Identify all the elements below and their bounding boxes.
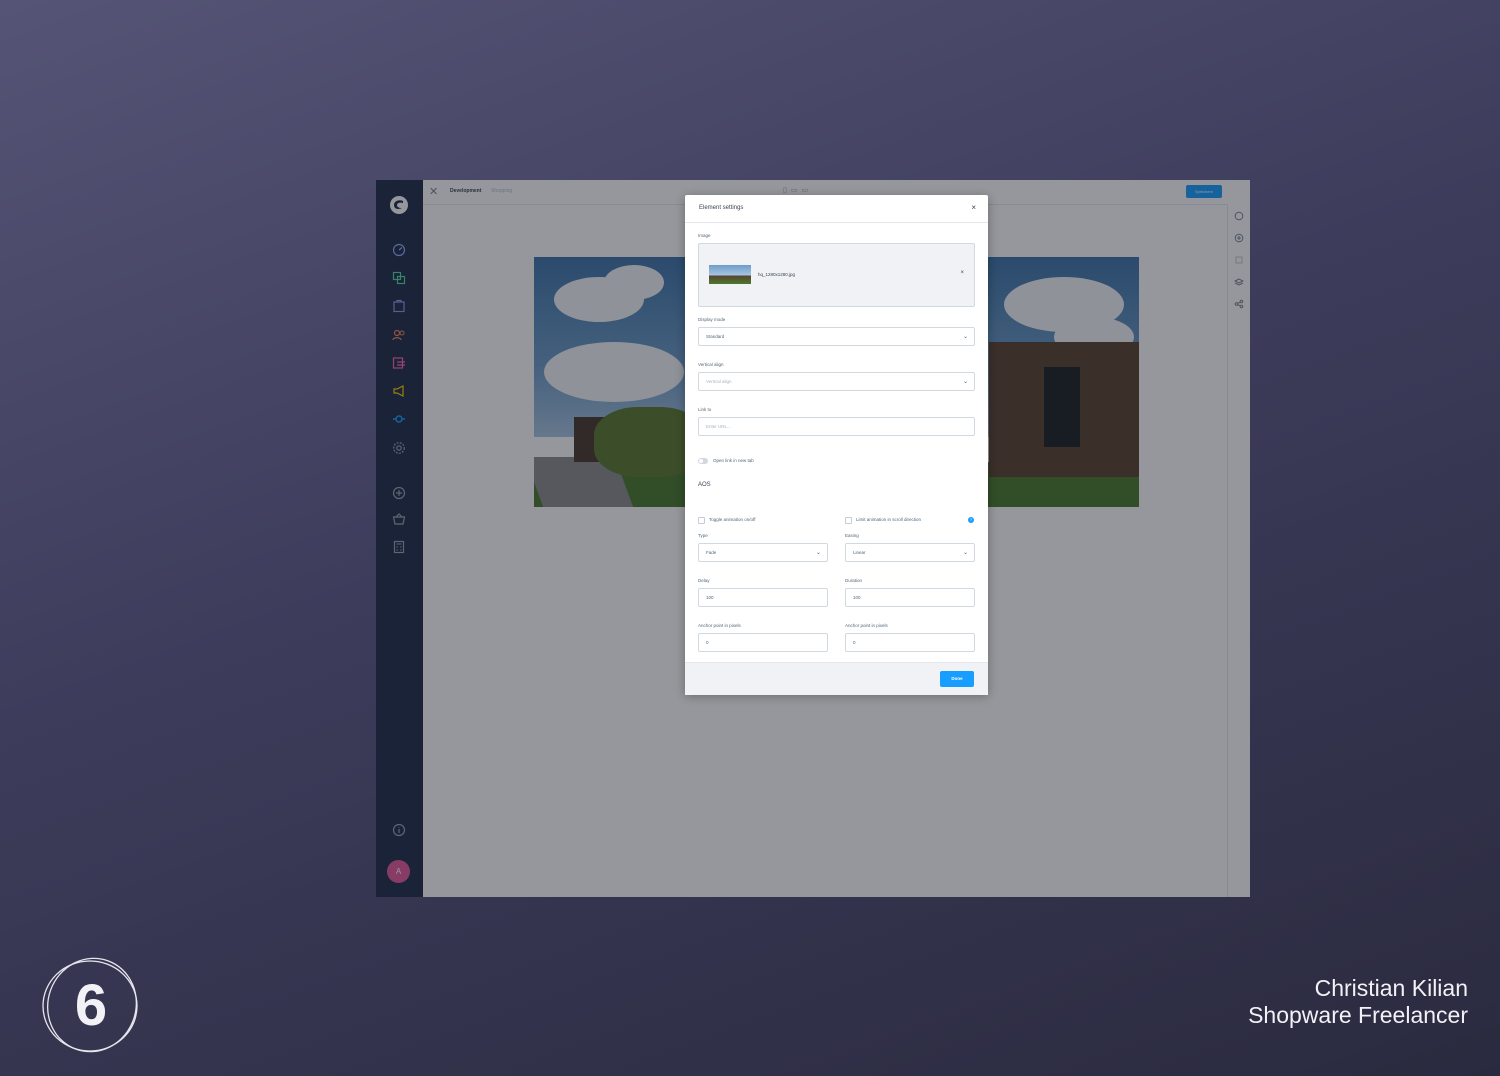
display-mode-label: Display mode — [698, 317, 726, 322]
anchor-label-right: Anchor point in pixels — [845, 623, 888, 628]
author-role: Shopware Freelancer — [1248, 1002, 1468, 1028]
chevron-down-icon: ⌄ — [962, 379, 968, 385]
easing-value: Linear — [853, 550, 866, 555]
link-input[interactable]: Enter URL... — [698, 417, 975, 436]
easing-select[interactable]: Linear ⌄ — [845, 543, 975, 562]
new-tab-toggle[interactable] — [698, 458, 708, 464]
easing-label: Easing — [845, 533, 859, 538]
image-upload-box[interactable]: hq_1280x1280.jpg × — [698, 243, 975, 307]
aos-heading: AOS — [698, 482, 711, 488]
type-value: Fade — [706, 550, 717, 555]
duration-value: 100 — [853, 595, 861, 600]
toggle-animation-checkbox[interactable] — [698, 517, 705, 524]
vertical-align-select[interactable]: Vertical align ⌄ — [698, 372, 975, 391]
author-name: Christian Kilian — [1314, 975, 1468, 1001]
link-placeholder: Enter URL... — [706, 424, 731, 429]
link-label: Link to — [698, 407, 712, 412]
image-file-name: hq_1280x1280.jpg — [758, 272, 796, 277]
anchor-input-left[interactable]: 0 — [698, 633, 828, 652]
element-settings-modal: Element settings × Image hq_1280x1280.jp… — [685, 195, 988, 695]
modal-footer: Done — [685, 662, 988, 695]
limit-animation-label: Limit animation in scroll direction — [856, 517, 922, 522]
duration-input[interactable]: 100 — [845, 588, 975, 607]
image-thumbnail — [709, 265, 751, 284]
credit-block: Christian Kilian Shopware Freelancer — [1248, 975, 1468, 1029]
vertical-align-placeholder: Vertical align — [706, 379, 732, 384]
chevron-down-icon: ⌄ — [962, 550, 968, 556]
duration-label: Duration — [845, 578, 863, 583]
chevron-down-icon: ⌄ — [815, 550, 821, 556]
image-label: Image — [698, 233, 711, 238]
delay-input[interactable]: 100 — [698, 588, 828, 607]
new-tab-label: Open link in new tab — [713, 458, 754, 463]
limit-animation-checkbox[interactable] — [845, 517, 852, 524]
anchor-input-right[interactable]: 0 — [845, 633, 975, 652]
done-button[interactable]: Done — [940, 671, 974, 687]
type-label: Type — [698, 533, 708, 538]
anchor-value-left: 0 — [706, 640, 709, 645]
chevron-down-icon: ⌄ — [962, 334, 968, 340]
toggle-animation-label: Toggle animation on/off — [709, 517, 756, 522]
modal-title: Element settings — [699, 205, 744, 211]
display-mode-select[interactable]: Standard ⌄ — [698, 327, 975, 346]
shopware-6-logo: 6 — [40, 955, 142, 1057]
display-mode-value: Standard — [706, 334, 725, 339]
admin-window: A ✕ Development Shopping ▯▭▭ Speichern E… — [376, 180, 1250, 897]
logo-digit: 6 — [75, 973, 107, 1038]
anchor-value-right: 0 — [853, 640, 856, 645]
help-icon[interactable]: ? — [968, 517, 974, 523]
close-icon[interactable]: × — [971, 203, 976, 212]
delay-label: Delay — [698, 578, 710, 583]
anchor-label-left: Anchor point in pixels — [698, 623, 741, 628]
vertical-align-label: Vertical align — [698, 362, 724, 367]
type-select[interactable]: Fade ⌄ — [698, 543, 828, 562]
delay-value: 100 — [706, 595, 714, 600]
remove-image-icon[interactable]: × — [960, 270, 964, 276]
